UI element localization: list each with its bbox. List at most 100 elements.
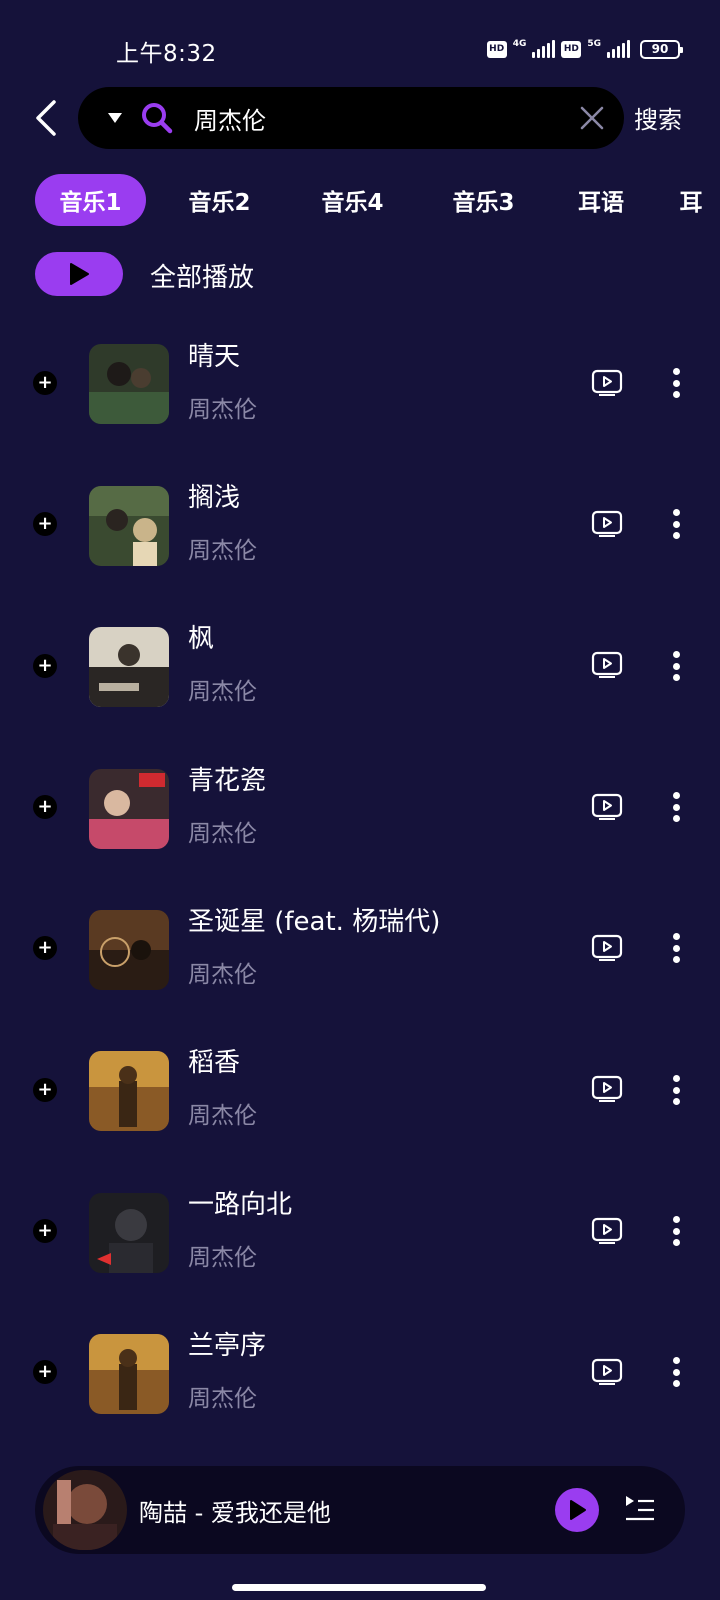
add-to-playlist-button[interactable]: + — [33, 1219, 57, 1243]
add-to-playlist-button[interactable]: + — [33, 654, 57, 678]
search-icon — [142, 103, 173, 134]
song-artist: 周杰伦 — [188, 538, 257, 564]
album-cover — [89, 1051, 169, 1131]
plus-icon: + — [37, 1361, 53, 1382]
mini-player[interactable]: 陶喆 - 爱我还是他 — [35, 1466, 685, 1554]
search-box[interactable] — [78, 87, 624, 149]
search-input[interactable] — [194, 97, 534, 139]
music-search-screen: 上午8:32 HD 4G HD 5G 90 周杰伦 搜索 音乐1 音乐2 音乐4… — [0, 0, 720, 1600]
more-options-button[interactable] — [664, 506, 688, 542]
song-row[interactable]: + 一路向北 周杰伦 — [0, 1166, 720, 1296]
add-to-playlist-button[interactable]: + — [33, 936, 57, 960]
video-icon — [591, 934, 623, 961]
mv-button[interactable] — [590, 650, 624, 680]
source-tabs: 音乐1 音乐2 音乐4 音乐3 耳语 耳 — [35, 174, 720, 226]
song-title: 一路向北 — [188, 1190, 293, 1220]
playlist-icon[interactable] — [623, 1492, 657, 1526]
more-options-button[interactable] — [664, 930, 688, 966]
plus-icon: + — [37, 1079, 53, 1100]
mv-button[interactable] — [590, 1216, 624, 1246]
battery-icon: 90 — [640, 39, 683, 59]
hd-badge-2: HD — [561, 40, 582, 58]
more-options-button[interactable] — [664, 1072, 688, 1108]
signal-strength-icon — [532, 40, 556, 58]
album-cover — [89, 1193, 169, 1273]
song-artist: 周杰伦 — [188, 397, 257, 423]
tab-partial[interactable]: 耳 — [671, 174, 711, 226]
caret-down-icon — [108, 113, 122, 123]
more-options-button[interactable] — [664, 365, 688, 401]
search-button[interactable]: 搜索 — [634, 100, 682, 135]
now-playing-title[interactable]: 陶喆 - 爱我还是他 — [139, 1493, 331, 1528]
song-artist: 周杰伦 — [188, 1245, 257, 1271]
more-options-button[interactable] — [664, 648, 688, 684]
album-cover — [89, 769, 169, 849]
mv-button[interactable] — [590, 792, 624, 822]
song-title: 搁浅 — [188, 483, 241, 513]
status-indicators: HD 4G HD 5G 90 — [486, 36, 683, 62]
play-all-label[interactable]: 全部播放 — [150, 257, 254, 294]
album-cover — [89, 486, 169, 566]
close-icon — [580, 106, 604, 130]
add-to-playlist-button[interactable]: + — [33, 371, 57, 395]
song-row[interactable]: + 枫 周杰伦 — [0, 600, 720, 730]
tab-music-3[interactable]: 音乐3 — [428, 174, 539, 226]
video-icon — [591, 1358, 623, 1385]
search-mode-dropdown[interactable] — [104, 107, 126, 129]
video-icon — [591, 1217, 623, 1244]
tab-music-2[interactable]: 音乐2 — [164, 174, 275, 226]
status-bar: 上午8:32 HD 4G HD 5G 90 — [0, 0, 720, 96]
mv-button[interactable] — [590, 368, 624, 398]
mv-button[interactable] — [590, 1074, 624, 1104]
song-title: 兰亭序 — [188, 1331, 267, 1361]
song-row[interactable]: + 搁浅 周杰伦 — [0, 459, 720, 589]
back-button[interactable] — [28, 96, 64, 140]
tab-whisper[interactable]: 耳语 — [561, 174, 641, 226]
plus-icon: + — [37, 655, 53, 676]
mv-button[interactable] — [590, 1357, 624, 1387]
network-type-label: 4G — [512, 38, 527, 49]
plus-icon: + — [37, 513, 53, 534]
play-icon — [70, 263, 89, 285]
hd-badge: HD — [486, 40, 507, 58]
play-icon — [570, 1500, 586, 1520]
add-to-playlist-button[interactable]: + — [33, 1360, 57, 1384]
mv-button[interactable] — [590, 509, 624, 539]
now-playing-cover[interactable] — [43, 1470, 127, 1550]
song-row[interactable]: + 兰亭序 周杰伦 — [0, 1307, 720, 1437]
clear-search-button[interactable] — [576, 102, 608, 134]
network-type-label-2: 5G — [587, 38, 601, 49]
mv-button[interactable] — [590, 933, 624, 963]
song-row[interactable]: + 圣诞星 (feat. 杨瑞代) 周杰伦 — [0, 883, 720, 1013]
more-options-button[interactable] — [664, 1213, 688, 1249]
signal-strength-icon-2 — [607, 40, 630, 58]
chevron-left-icon — [36, 100, 56, 136]
video-icon — [591, 793, 623, 820]
play-all-button[interactable] — [35, 252, 123, 296]
song-artist: 周杰伦 — [188, 821, 257, 847]
plus-icon: + — [37, 1220, 53, 1241]
add-to-playlist-button[interactable]: + — [33, 795, 57, 819]
add-to-playlist-button[interactable]: + — [33, 1078, 57, 1102]
plus-icon: + — [37, 372, 53, 393]
more-options-button[interactable] — [664, 1354, 688, 1390]
song-row[interactable]: + 稻香 周杰伦 — [0, 1024, 720, 1154]
video-icon — [591, 369, 623, 396]
song-row[interactable]: + 晴天 周杰伦 — [0, 318, 720, 448]
mini-play-button[interactable] — [555, 1488, 599, 1532]
video-icon — [591, 651, 623, 678]
more-options-button[interactable] — [664, 789, 688, 825]
album-cover — [89, 344, 169, 424]
home-indicator[interactable] — [232, 1584, 486, 1591]
tab-music-1[interactable]: 音乐1 — [35, 174, 146, 226]
tab-music-4[interactable]: 音乐4 — [297, 174, 408, 226]
album-cover — [89, 910, 169, 990]
song-artist: 周杰伦 — [188, 962, 257, 988]
add-to-playlist-button[interactable]: + — [33, 512, 57, 536]
battery-level: 90 — [651, 42, 669, 56]
song-title: 晴天 — [188, 342, 241, 372]
song-artist: 周杰伦 — [188, 1103, 257, 1129]
song-row[interactable]: + 青花瓷 周杰伦 — [0, 742, 720, 872]
album-cover — [89, 627, 169, 707]
video-icon — [591, 1075, 623, 1102]
